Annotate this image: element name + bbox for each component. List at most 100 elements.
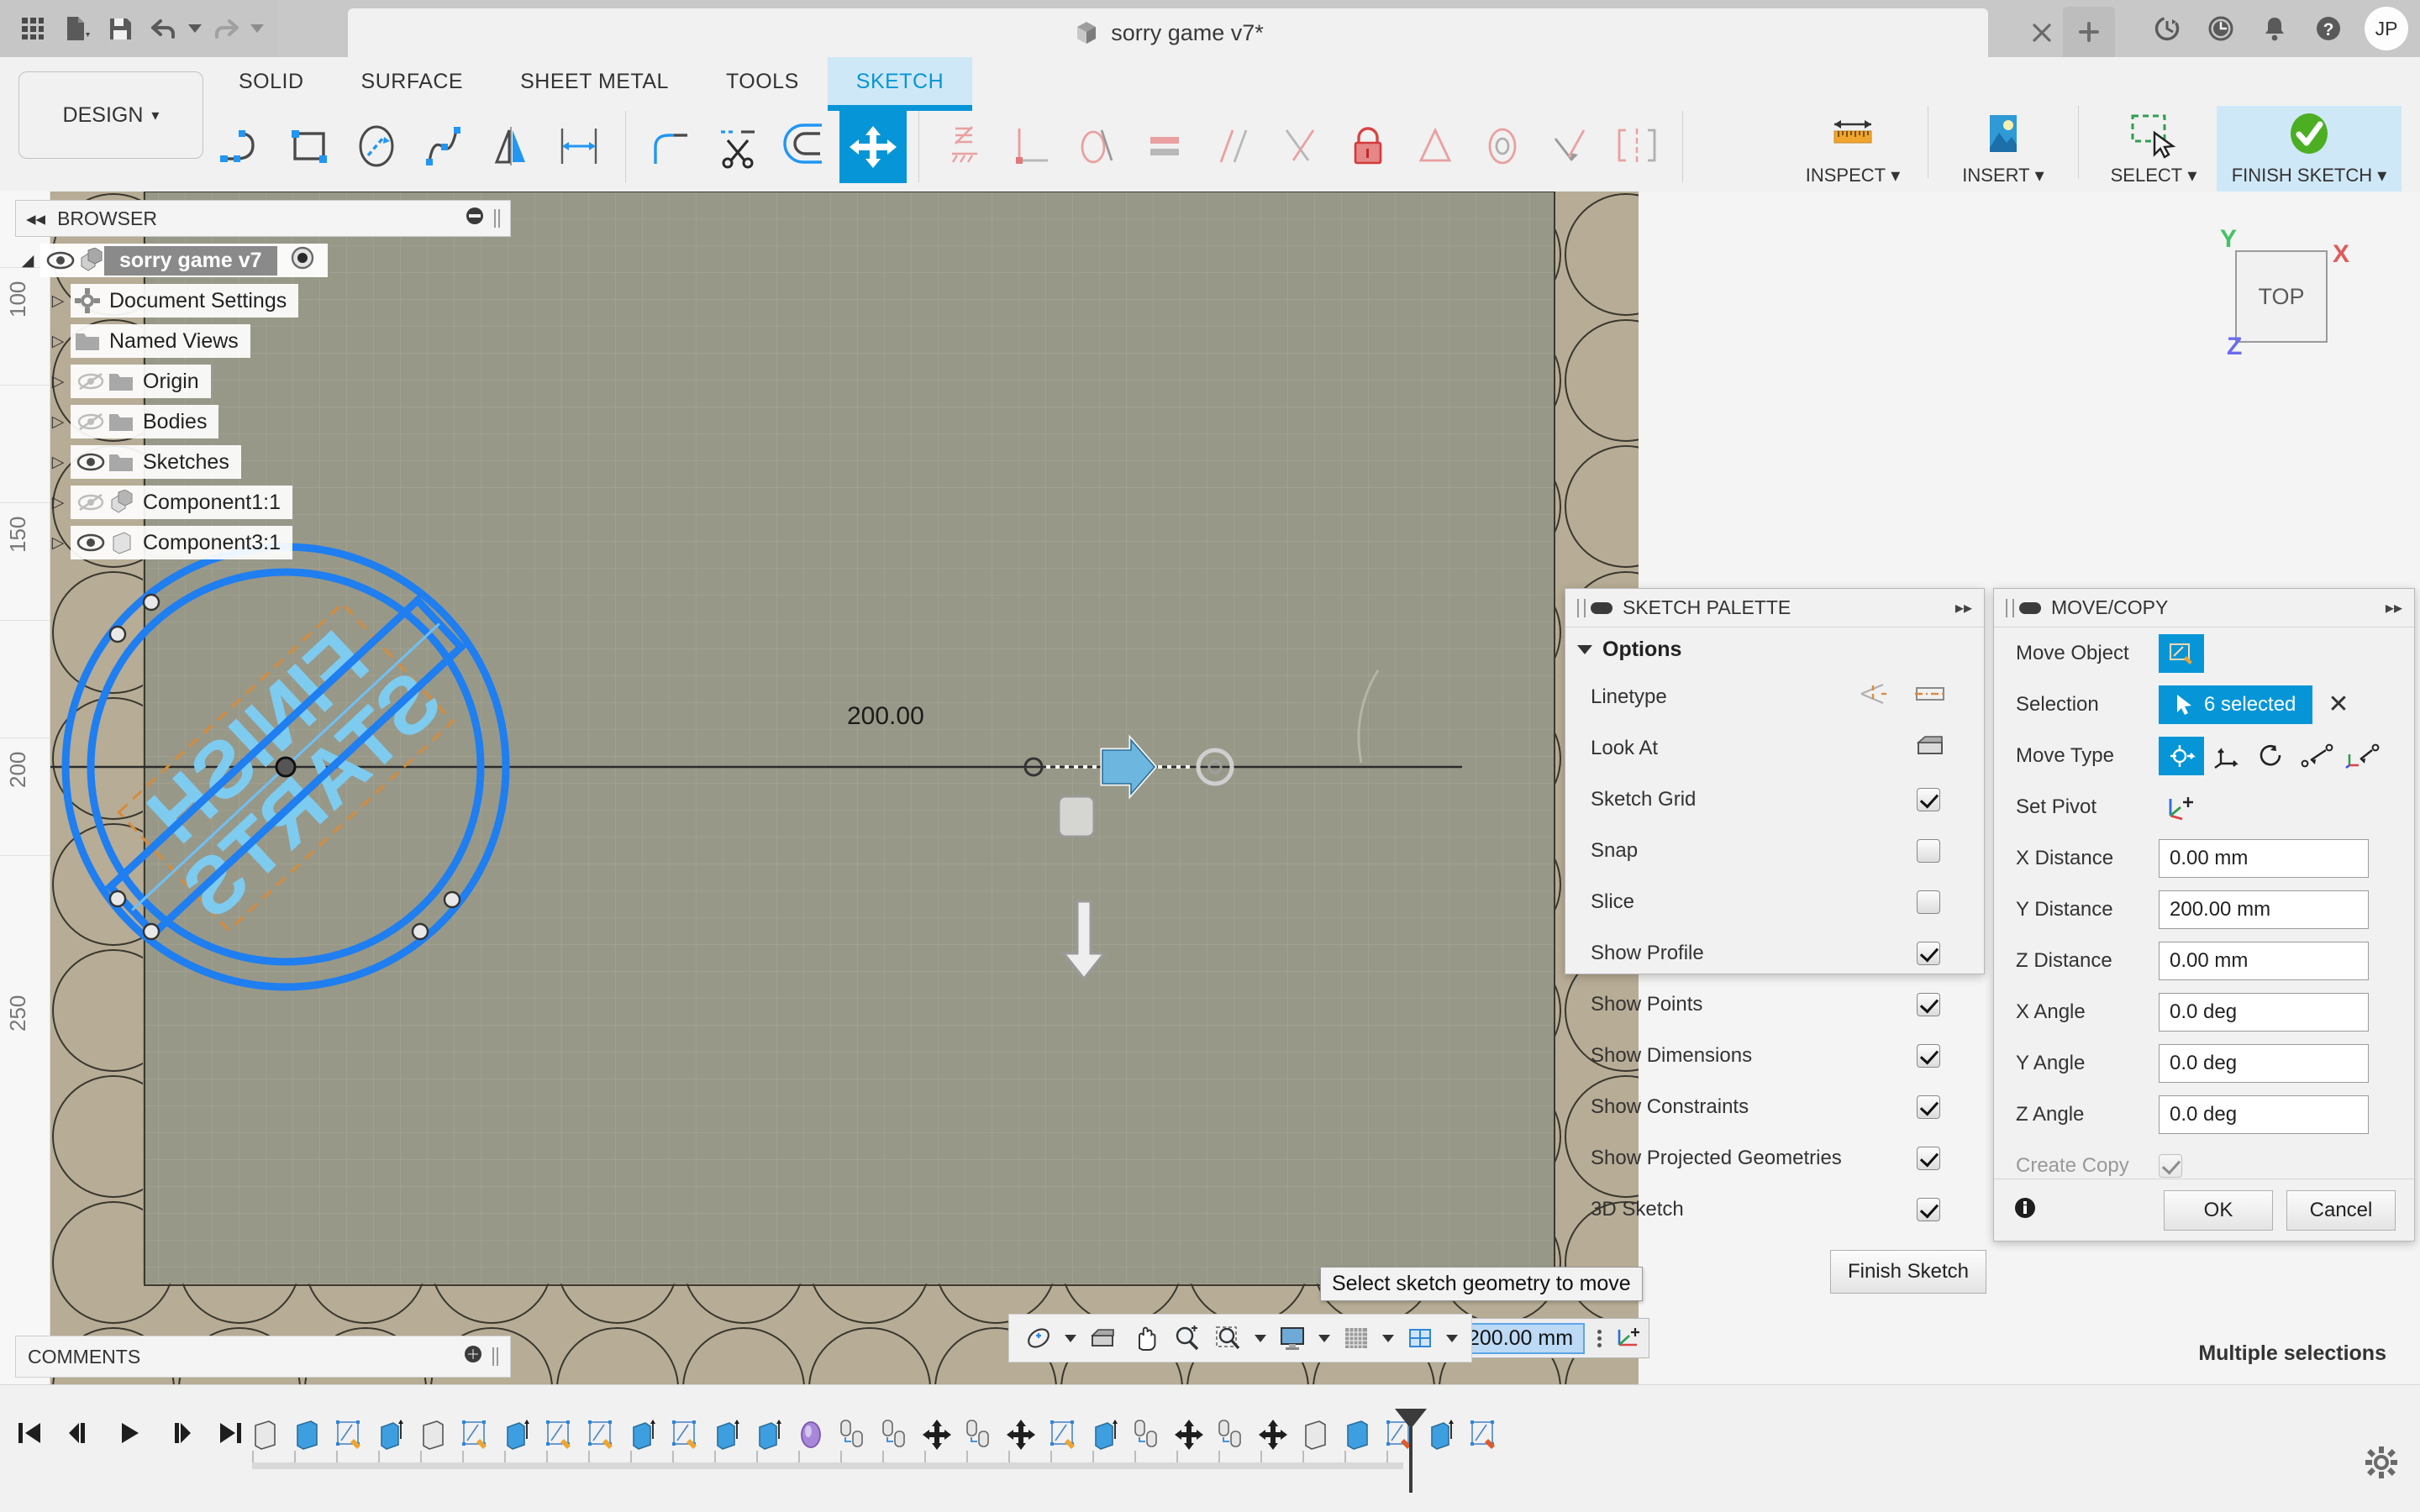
panel-grip[interactable] — [492, 1347, 498, 1366]
move-copy-tool[interactable] — [839, 111, 907, 183]
constraint-lock-icon[interactable] — [1334, 111, 1402, 183]
feature-body[interactable] — [244, 1409, 286, 1461]
move-type-free[interactable] — [2159, 736, 2204, 775]
visibility-eye-hidden-icon[interactable] — [74, 372, 108, 391]
feature-copy-paste[interactable] — [832, 1409, 874, 1461]
x-angle-input[interactable]: 0.0 deg — [2159, 992, 2369, 1032]
tab-tools[interactable]: TOOLS — [697, 57, 828, 106]
feature-appearance[interactable] — [790, 1409, 832, 1461]
constraint-collinear-icon[interactable] — [1536, 111, 1603, 183]
feature-body[interactable] — [1294, 1409, 1336, 1461]
constraint-perpendicular-icon[interactable] — [998, 111, 1065, 183]
spline-tool[interactable] — [412, 111, 479, 183]
expand-arrow-icon[interactable]: ▷ — [45, 372, 71, 391]
constraint-fix-icon[interactable] — [931, 111, 998, 183]
save-icon[interactable] — [101, 9, 139, 48]
feature-move[interactable] — [1252, 1409, 1294, 1461]
tree-node-label[interactable]: Sketches — [143, 450, 229, 475]
y-angle-input[interactable]: 0.0 deg — [2159, 1043, 2369, 1083]
tree-node-label[interactable]: Document Settings — [109, 289, 287, 313]
expand-arrow-icon[interactable]: ▷ — [45, 332, 71, 351]
expand-arrow-icon[interactable]: ▷ — [45, 493, 71, 512]
panel-grip[interactable] — [1577, 598, 1586, 617]
timeline-step-back[interactable] — [66, 1419, 94, 1452]
feature-sketch[interactable] — [454, 1409, 496, 1461]
feature-sketch[interactable] — [538, 1409, 580, 1461]
timeline-play[interactable] — [116, 1419, 145, 1452]
undo-dropdown-caret[interactable] — [188, 24, 202, 33]
feature-extrude[interactable] — [1084, 1409, 1126, 1461]
constraint-midpoint-icon[interactable] — [1402, 111, 1469, 183]
activate-radio-icon[interactable] — [289, 244, 316, 277]
timeline-step-forward[interactable] — [166, 1419, 195, 1452]
cancel-button[interactable]: Cancel — [2286, 1189, 2396, 1231]
workspace-selector[interactable]: DESIGN ▾ — [18, 71, 203, 159]
timeline-go-start[interactable] — [15, 1419, 44, 1452]
fillet-tool[interactable] — [638, 111, 705, 183]
show-constraints-checkbox[interactable] — [1917, 1095, 1940, 1119]
feature-extrude[interactable] — [622, 1409, 664, 1461]
move-copy-panel[interactable]: MOVE/COPY ▸▸ Move Object Selection 6 sel… — [1993, 588, 2415, 1242]
minimize-icon[interactable] — [466, 207, 484, 230]
feature-extrude[interactable] — [1336, 1409, 1378, 1461]
inspect-button[interactable]: INSPECT ▾ — [1790, 106, 1916, 192]
move-type-point-to-point[interactable] — [2295, 737, 2340, 775]
collapse-icon[interactable]: ◂◂ — [26, 207, 45, 230]
expand-arrow-icon[interactable]: ▷ — [45, 412, 71, 432]
grid-snaps-icon[interactable] — [1337, 1319, 1376, 1357]
zoom-dropdown-caret[interactable] — [1251, 1334, 1270, 1342]
visibility-eye-icon[interactable] — [74, 453, 108, 471]
view-cube-face[interactable]: TOP — [2235, 250, 2328, 343]
add-comment-icon[interactable] — [464, 1345, 482, 1368]
feature-extrude[interactable] — [496, 1409, 538, 1461]
line-tool[interactable] — [210, 111, 277, 183]
timeline-settings-gear-icon[interactable] — [2365, 1446, 2398, 1483]
grid-dropdown-caret[interactable] — [1379, 1334, 1397, 1342]
move-type-rotate[interactable] — [2249, 737, 2295, 775]
tab-solid[interactable]: SOLID — [210, 57, 333, 106]
tree-node-component1[interactable]: ▷ Component1:1 — [15, 482, 553, 522]
sketch-palette-panel[interactable]: SKETCH PALETTE ▸▸ Options Linetype Look … — [1565, 588, 1985, 1221]
tree-node-bodies[interactable]: ▷ Bodies — [15, 402, 553, 442]
zoom-window-icon[interactable] — [1209, 1319, 1248, 1357]
clock-icon[interactable] — [2203, 11, 2238, 46]
tree-node-label[interactable]: Component1:1 — [143, 491, 281, 515]
comments-bar[interactable]: COMMENTS — [15, 1336, 511, 1378]
feature-body[interactable] — [412, 1409, 454, 1461]
constraint-concentric-icon[interactable] — [1469, 111, 1536, 183]
constraint-equal-icon[interactable] — [1133, 111, 1200, 183]
tab-surface[interactable]: SURFACE — [333, 57, 492, 106]
pin-icon[interactable] — [1591, 601, 1612, 614]
options-section-title[interactable]: Options — [1565, 627, 1984, 671]
timeline-go-end[interactable] — [217, 1419, 245, 1452]
rectangle-tool[interactable] — [277, 111, 345, 183]
constraint-coincident-icon[interactable] — [1267, 111, 1334, 183]
new-file-icon[interactable] — [57, 9, 96, 48]
insert-button[interactable]: INSERT ▾ — [1940, 106, 2066, 192]
show-projected-checkbox[interactable] — [1917, 1146, 1940, 1170]
feature-copy-paste[interactable] — [1126, 1409, 1168, 1461]
expand-icon[interactable]: ▸▸ — [1955, 597, 1972, 618]
centerline-icon[interactable] — [1913, 681, 1947, 712]
tab-sheet-metal[interactable]: SHEET METAL — [492, 57, 697, 106]
timeline-playhead[interactable] — [1392, 1407, 1430, 1499]
visibility-eye-hidden-icon[interactable] — [74, 493, 108, 512]
set-pivot-button[interactable] — [2159, 788, 2204, 827]
feature-sketch[interactable] — [580, 1409, 622, 1461]
move-type-translate[interactable] — [2204, 737, 2249, 775]
expand-arrow-icon[interactable]: ▷ — [45, 291, 71, 311]
pan-icon[interactable] — [1125, 1319, 1164, 1357]
look-at-icon[interactable] — [1083, 1319, 1122, 1357]
feature-copy-paste[interactable] — [874, 1409, 916, 1461]
tree-node-label[interactable]: Bodies — [143, 410, 207, 434]
feature-sketch[interactable] — [664, 1409, 706, 1461]
construction-line-icon[interactable] — [1858, 681, 1891, 712]
redo-dropdown-caret[interactable] — [250, 24, 264, 33]
expand-icon[interactable]: ▸▸ — [2386, 597, 2402, 618]
timeline-track[interactable] — [252, 1451, 1403, 1469]
sync-icon[interactable] — [2149, 11, 2185, 46]
show-profile-checkbox[interactable] — [1917, 941, 1940, 965]
inline-dimension-value[interactable]: 200.00 mm — [1456, 1322, 1586, 1354]
tree-node-sketches[interactable]: ▷ Sketches — [15, 442, 553, 482]
circle-tool[interactable] — [345, 111, 412, 183]
